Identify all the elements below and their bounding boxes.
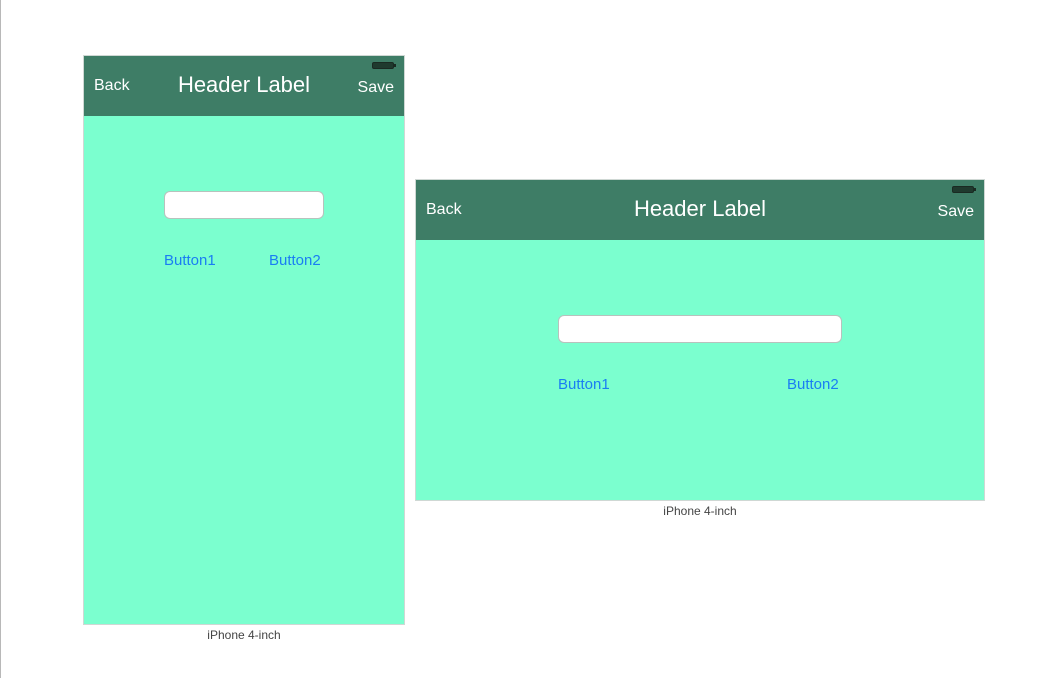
save-button[interactable]: Save bbox=[358, 79, 394, 97]
text-field[interactable] bbox=[558, 315, 842, 343]
button1[interactable]: Button1 bbox=[558, 376, 610, 393]
header-label: Header Label bbox=[177, 72, 311, 97]
battery-icon bbox=[372, 62, 396, 69]
iphone-portrait-screen: Back Header Label Save Button1 Button2 bbox=[83, 55, 405, 625]
save-button[interactable]: Save bbox=[938, 203, 974, 221]
device-caption: iPhone 4-inch bbox=[207, 628, 281, 642]
device-caption: iPhone 4-inch bbox=[663, 504, 737, 518]
battery-icon bbox=[952, 186, 976, 193]
navigation-bar: Back Header Label Save bbox=[84, 56, 404, 116]
button2[interactable]: Button2 bbox=[269, 252, 321, 269]
iphone-landscape-screen: Back Header Label Save Button1 Button2 bbox=[415, 179, 985, 501]
button1[interactable]: Button1 bbox=[164, 252, 216, 269]
text-field[interactable] bbox=[164, 191, 324, 219]
canvas-left-border bbox=[0, 0, 1, 678]
button2[interactable]: Button2 bbox=[787, 376, 839, 393]
navigation-bar: Back Header Label Save bbox=[416, 180, 984, 240]
header-label: Header Label bbox=[633, 196, 767, 221]
